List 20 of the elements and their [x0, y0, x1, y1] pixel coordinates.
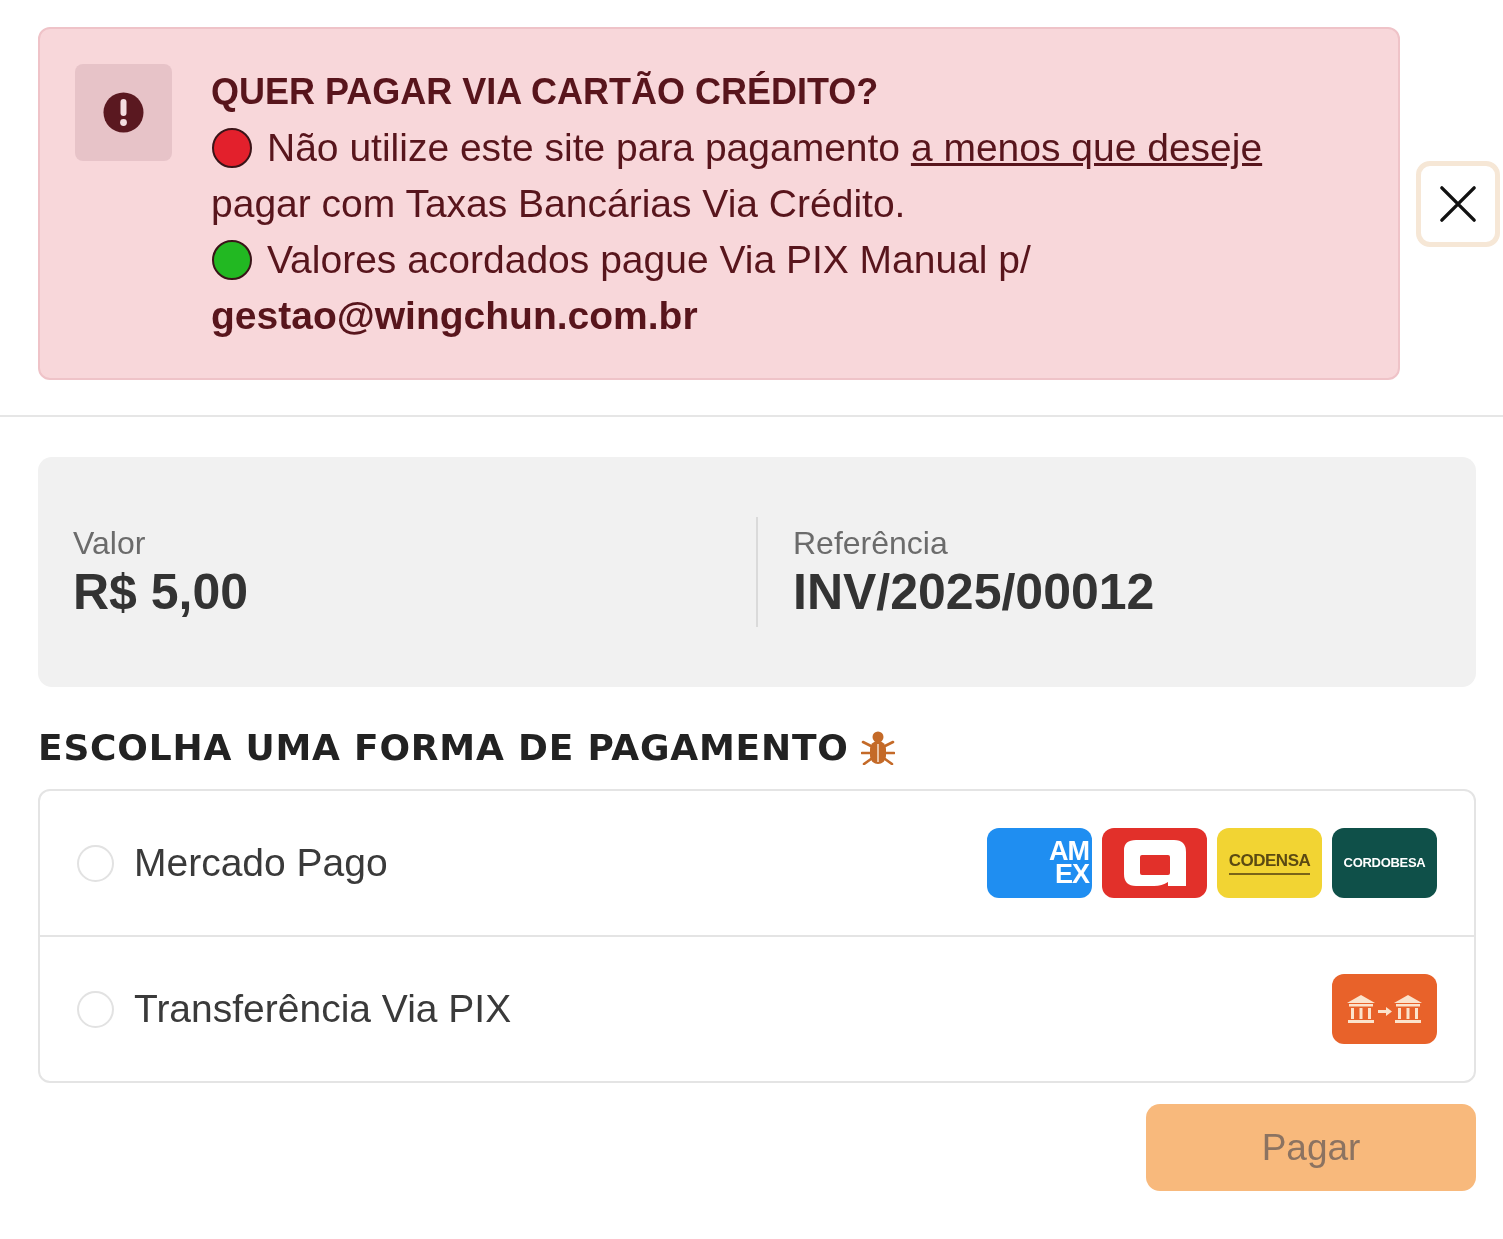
- field-value: INV/2025/00012: [793, 563, 1156, 621]
- logo-text: EX: [1054, 863, 1089, 886]
- alert-icon: [75, 64, 172, 161]
- radio-button[interactable]: [77, 990, 114, 1028]
- close-icon: [1439, 184, 1477, 223]
- logo-text: CORDOBESA: [1343, 855, 1426, 871]
- logo-text: CODENSA: [1228, 851, 1311, 875]
- section-heading: ESCOLHA UMA FORMA DE PAGAMENTO: [38, 726, 849, 768]
- field-label: Referência: [793, 524, 949, 563]
- alert-link[interactable]: a menos que deseje: [910, 126, 1263, 169]
- logo-text: AM: [1049, 840, 1089, 863]
- radio-button[interactable]: [77, 844, 114, 882]
- close-button[interactable]: [1416, 160, 1500, 247]
- option-label[interactable]: Transferência Via PIX: [134, 987, 1332, 1031]
- option-label[interactable]: Mercado Pago: [134, 841, 987, 885]
- alert-title: QUER PAGAR VIA CARTÃO CRÉDITO?: [211, 70, 880, 114]
- field-value: R$ 5,00: [73, 563, 250, 621]
- field-label: Valor: [73, 524, 147, 563]
- bug-icon: [860, 729, 895, 765]
- alert-text: Valores acordados pague Via PIX Manual p/ gestao@wingchun.com.br: [211, 238, 1031, 337]
